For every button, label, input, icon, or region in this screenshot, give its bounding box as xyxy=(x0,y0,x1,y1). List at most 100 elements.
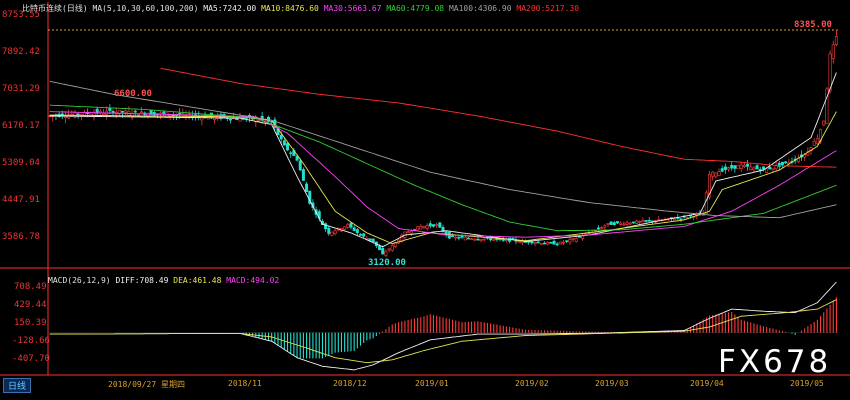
candle-body xyxy=(774,165,778,170)
candle-body xyxy=(257,119,261,122)
candle-body xyxy=(162,111,166,114)
candle-body xyxy=(812,140,816,146)
candle-body xyxy=(768,166,772,170)
candle-body xyxy=(409,230,413,234)
candle-body xyxy=(352,227,356,231)
candle-body xyxy=(349,222,353,228)
macd-diff-value: DIFF:708.49 xyxy=(115,276,169,285)
candle-body xyxy=(416,226,420,231)
candle-body xyxy=(501,239,505,241)
tab-daily[interactable]: 日线 xyxy=(3,378,32,393)
candle-body xyxy=(305,183,309,193)
price-tick-3: 6170.17 xyxy=(2,121,40,131)
price-chart xyxy=(0,2,850,376)
candle-body xyxy=(425,225,429,229)
candle-body xyxy=(631,221,635,224)
candle-body xyxy=(714,172,718,177)
x-tick-4: 2019/02 xyxy=(515,379,549,388)
candle-body xyxy=(628,222,632,225)
macd-tick-2: 150.39 xyxy=(14,318,47,328)
chart-header: 比特币连续(日线) MA(5,10,30,60,100,200) MA5:724… xyxy=(22,3,579,14)
candle-body xyxy=(390,245,394,251)
candle-body xyxy=(235,118,239,121)
ma-line-ma60 xyxy=(49,104,837,232)
candle-body xyxy=(679,218,683,221)
ma30-value: MA30:5663.67 xyxy=(323,4,382,13)
candle-body xyxy=(704,192,708,214)
candle-body xyxy=(463,237,467,241)
candle-body xyxy=(431,224,435,227)
candle-body xyxy=(460,235,464,238)
candle-body xyxy=(489,238,493,241)
low-annotation: 3120.00 xyxy=(368,258,406,268)
ma-line-ma5 xyxy=(49,72,837,248)
candle-body xyxy=(603,225,607,228)
ma200-value: MA200:5217.30 xyxy=(516,4,580,13)
candle-body xyxy=(780,161,784,165)
candle-body xyxy=(504,239,508,241)
macd-tick-3: -128.66 xyxy=(12,336,50,346)
candle-body xyxy=(746,163,750,167)
candle-body xyxy=(121,110,125,113)
candle-body xyxy=(435,224,439,226)
candle-body xyxy=(289,152,293,155)
candle-body xyxy=(609,221,613,225)
candle-body xyxy=(600,227,604,229)
macd-macd-value: MACD:494.02 xyxy=(226,276,280,285)
candle-body xyxy=(406,231,410,234)
candle-body xyxy=(584,233,588,236)
candle-body xyxy=(343,226,347,230)
candle-body xyxy=(723,166,727,171)
candle-body xyxy=(108,108,112,111)
candle-body xyxy=(286,143,290,151)
candle-body xyxy=(324,223,328,230)
candle-body xyxy=(533,242,537,244)
candle-body xyxy=(615,221,619,224)
candle-body xyxy=(346,224,350,228)
candle-body xyxy=(165,112,169,118)
candle-body xyxy=(495,238,499,241)
candle-body xyxy=(558,241,562,245)
candle-body xyxy=(612,222,616,226)
x-tick-2: 2018/12 xyxy=(333,379,367,388)
candle-body xyxy=(638,221,642,223)
x-tick-1: 2018/11 xyxy=(228,379,262,388)
candle-body xyxy=(492,239,496,241)
candle-body xyxy=(581,235,585,239)
price-tick-4: 5309.04 xyxy=(2,158,40,168)
candle-body xyxy=(282,140,286,146)
candle-body xyxy=(596,227,600,230)
candle-body xyxy=(749,166,753,171)
candle-body xyxy=(378,245,382,251)
candle-body xyxy=(387,248,391,251)
price-tick-0: 8753.55 xyxy=(2,10,40,20)
candle-body xyxy=(359,234,363,236)
candle-body xyxy=(752,167,756,171)
candle-body xyxy=(822,120,826,126)
candle-body xyxy=(298,160,302,171)
candle-body xyxy=(625,222,629,225)
candle-body xyxy=(647,220,651,222)
candle-body xyxy=(828,53,832,92)
candle-body xyxy=(133,110,137,113)
candle-body xyxy=(571,238,575,240)
candle-body xyxy=(330,231,334,236)
mid-peak-annotation: 6600.00 xyxy=(114,89,152,99)
candle-body xyxy=(815,138,819,144)
ma-line-ma10 xyxy=(49,111,837,245)
ma-params: MA(5,10,30,60,100,200) xyxy=(92,4,199,13)
price-tick-1: 7892.42 xyxy=(2,47,40,57)
candle-body xyxy=(362,233,366,237)
candle-body xyxy=(736,165,740,170)
candle-body xyxy=(733,165,737,169)
ma10-value: MA10:8476.60 xyxy=(261,4,319,13)
candle-body xyxy=(517,241,521,244)
candle-body xyxy=(327,227,331,234)
candle-body xyxy=(466,237,470,240)
candle-body xyxy=(635,220,639,224)
candle-body xyxy=(482,238,486,241)
candle-body xyxy=(565,240,569,242)
candle-body xyxy=(476,238,480,241)
candle-body xyxy=(333,230,337,235)
high-annotation: 8385.00 xyxy=(794,20,832,30)
